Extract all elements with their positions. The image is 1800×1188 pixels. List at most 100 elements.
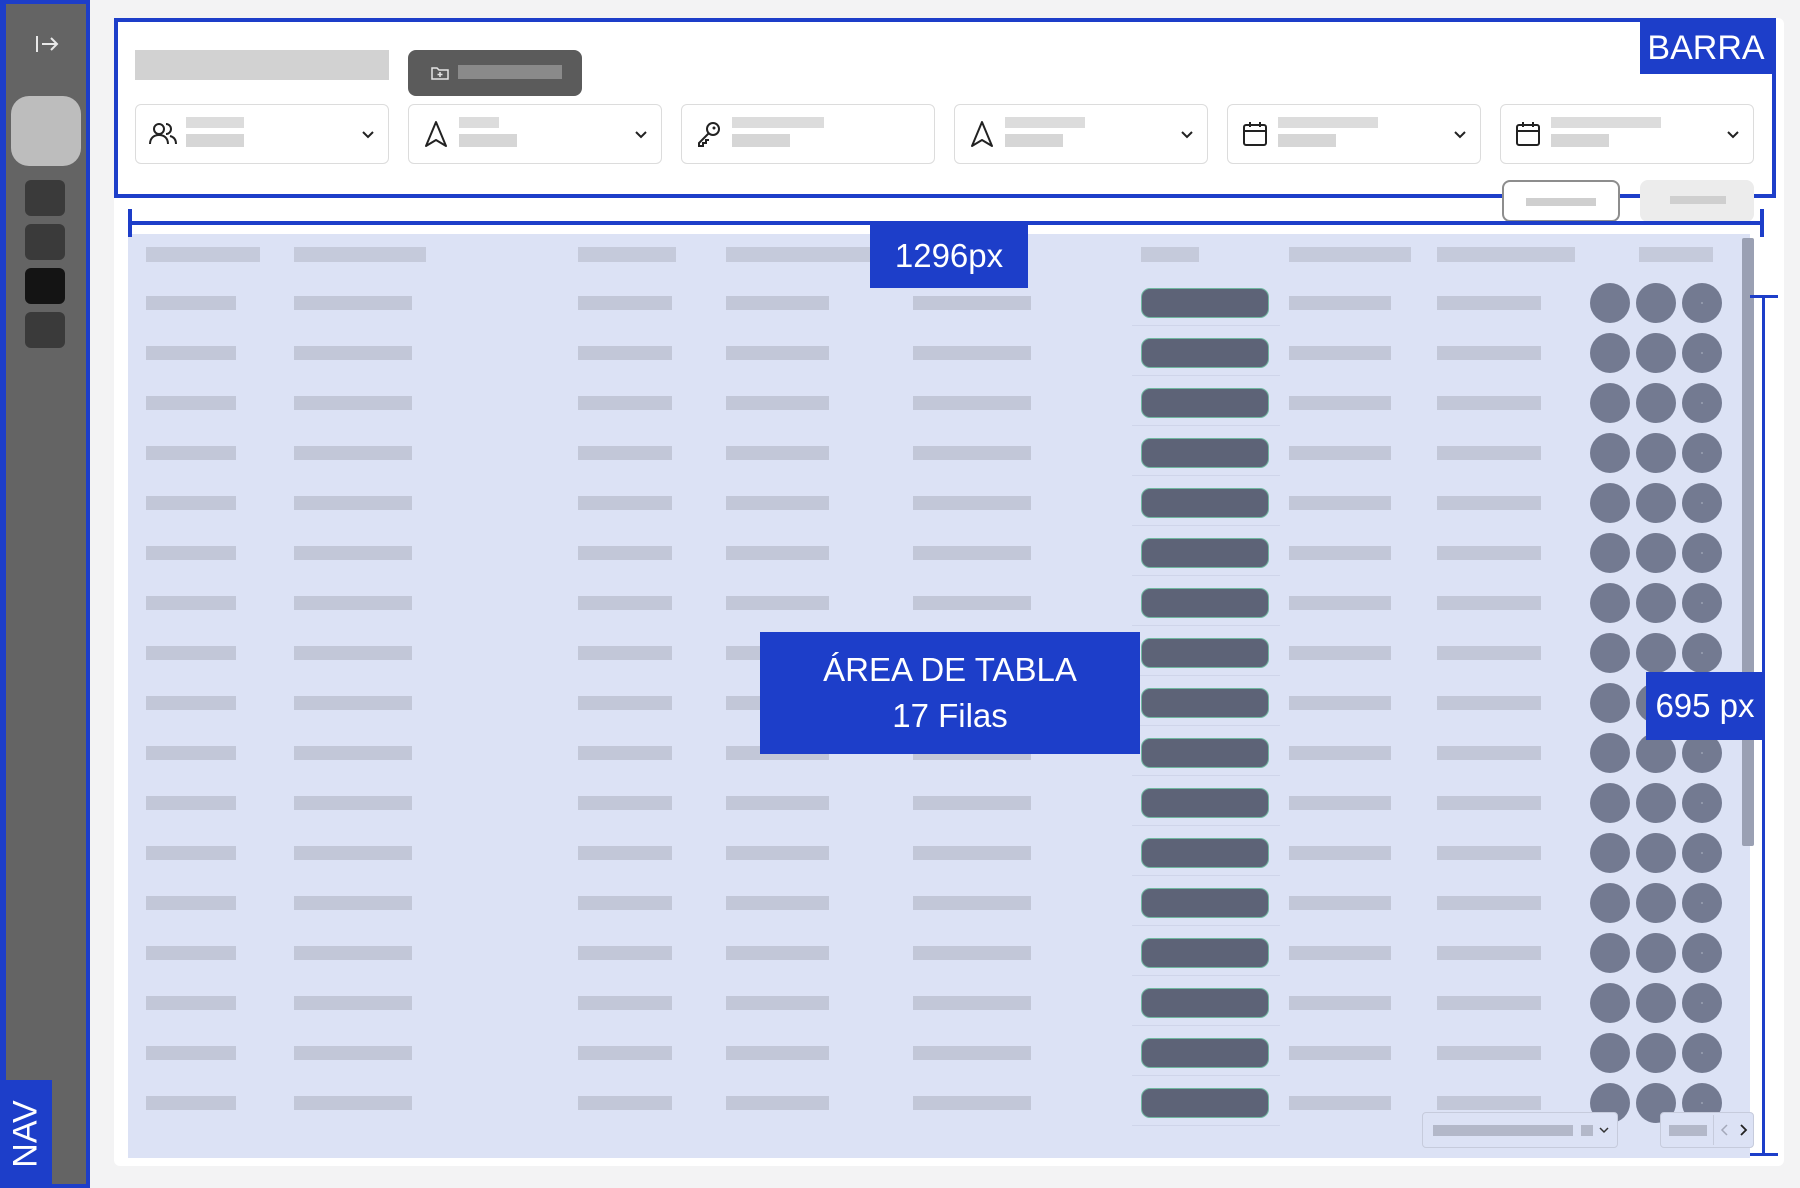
secondary-action-button[interactable]	[1502, 180, 1620, 222]
table-cell	[146, 296, 236, 310]
circle-action-icon[interactable]	[1682, 483, 1722, 523]
circle-action-icon[interactable]	[1682, 583, 1722, 623]
circle-action-icon[interactable]	[1636, 383, 1676, 423]
chevron-left-icon[interactable]	[1717, 1122, 1733, 1138]
table-scrollbar[interactable]	[1742, 238, 1754, 846]
status-pill[interactable]	[1141, 888, 1269, 918]
filter-navigation-1[interactable]	[408, 104, 662, 164]
circle-action-icon[interactable]	[1636, 533, 1676, 573]
table-cell	[726, 596, 829, 610]
table-cell	[146, 846, 236, 860]
filter-value-placeholder	[732, 134, 790, 147]
circle-action-icon[interactable]	[1636, 783, 1676, 823]
status-pill[interactable]	[1141, 738, 1269, 768]
circle-action-icon[interactable]	[1590, 433, 1630, 473]
primary-action-button[interactable]	[1640, 180, 1754, 222]
table-cell	[1437, 846, 1541, 860]
table-cell	[913, 596, 1031, 610]
filter-key[interactable]	[681, 104, 935, 164]
circle-action-icon[interactable]	[1682, 783, 1722, 823]
circle-action-icon[interactable]	[1682, 433, 1722, 473]
circle-action-icon[interactable]	[1636, 333, 1676, 373]
filter-date-1[interactable]	[1227, 104, 1481, 164]
table-cell	[294, 446, 412, 460]
table-cell	[913, 396, 1031, 410]
table-cell	[294, 546, 412, 560]
rows-per-page-select[interactable]	[1422, 1112, 1618, 1148]
table-cell	[294, 396, 412, 410]
circle-action-icon[interactable]	[1590, 283, 1630, 323]
circle-action-icon[interactable]	[1682, 283, 1722, 323]
circle-action-icon[interactable]	[1590, 883, 1630, 923]
circle-action-icon[interactable]	[1682, 383, 1722, 423]
status-pill[interactable]	[1141, 788, 1269, 818]
circle-action-icon[interactable]	[1636, 433, 1676, 473]
circle-action-icon[interactable]	[1636, 883, 1676, 923]
circle-action-icon[interactable]	[1636, 483, 1676, 523]
filter-date-2[interactable]	[1500, 104, 1754, 164]
circle-action-icon[interactable]	[1590, 333, 1630, 373]
row-divider	[1132, 775, 1280, 776]
circle-action-icon[interactable]	[1590, 633, 1630, 673]
rows-per-page-placeholder	[1433, 1125, 1573, 1136]
status-pill[interactable]	[1141, 438, 1269, 468]
nav-item-4[interactable]	[25, 312, 65, 348]
circle-action-icon[interactable]	[1636, 583, 1676, 623]
circle-action-icon[interactable]	[1590, 533, 1630, 573]
status-pill[interactable]	[1141, 588, 1269, 618]
status-pill[interactable]	[1141, 1038, 1269, 1068]
circle-action-icon[interactable]	[1682, 983, 1722, 1023]
circle-action-icon[interactable]	[1682, 333, 1722, 373]
nav-item-2[interactable]	[25, 224, 65, 260]
circle-action-icon[interactable]	[1590, 383, 1630, 423]
primary-action-label-placeholder	[1670, 196, 1726, 204]
status-pill[interactable]	[1141, 538, 1269, 568]
circle-action-icon[interactable]	[1590, 733, 1630, 773]
row-divider	[1132, 375, 1280, 376]
circle-action-icon[interactable]	[1682, 633, 1722, 673]
status-pill[interactable]	[1141, 288, 1269, 318]
circle-action-icon[interactable]	[1636, 983, 1676, 1023]
circle-action-icon[interactable]	[1636, 933, 1676, 973]
nav-item-1[interactable]	[25, 180, 65, 216]
status-pill[interactable]	[1141, 338, 1269, 368]
circle-action-icon[interactable]	[1682, 533, 1722, 573]
new-folder-button[interactable]	[408, 50, 582, 96]
status-pill[interactable]	[1141, 838, 1269, 868]
circle-action-icon[interactable]	[1636, 633, 1676, 673]
circle-action-icon[interactable]	[1682, 883, 1722, 923]
circle-action-icon[interactable]	[1590, 1033, 1630, 1073]
status-pill[interactable]	[1141, 688, 1269, 718]
circle-action-icon[interactable]	[1682, 1033, 1722, 1073]
circle-action-icon[interactable]	[1590, 683, 1630, 723]
chevron-down-icon	[1454, 131, 1466, 139]
status-pill[interactable]	[1141, 1088, 1269, 1118]
status-pill[interactable]	[1141, 488, 1269, 518]
chevron-down-icon	[1727, 131, 1739, 139]
expand-arrow-icon[interactable]	[28, 26, 64, 62]
avatar[interactable]	[11, 96, 81, 166]
circle-action-icon[interactable]	[1590, 983, 1630, 1023]
circle-action-icon[interactable]	[1590, 783, 1630, 823]
table-cell	[913, 296, 1031, 310]
filter-users[interactable]	[135, 104, 389, 164]
circle-action-icon[interactable]	[1590, 833, 1630, 873]
circle-action-icon[interactable]	[1590, 933, 1630, 973]
table-cell	[1437, 1046, 1541, 1060]
circle-action-icon[interactable]	[1682, 933, 1722, 973]
status-pill[interactable]	[1141, 938, 1269, 968]
chevron-right-icon[interactable]	[1735, 1122, 1751, 1138]
nav-item-3[interactable]	[25, 268, 65, 304]
circle-action-icon[interactable]	[1636, 1033, 1676, 1073]
status-pill[interactable]	[1141, 638, 1269, 668]
table-cell	[1289, 296, 1391, 310]
circle-action-icon[interactable]	[1590, 583, 1630, 623]
status-pill[interactable]	[1141, 388, 1269, 418]
filter-navigation-2[interactable]	[954, 104, 1208, 164]
status-pill[interactable]	[1141, 988, 1269, 1018]
circle-action-icon[interactable]	[1636, 833, 1676, 873]
circle-action-icon[interactable]	[1682, 833, 1722, 873]
table-header-cell	[1639, 247, 1713, 262]
circle-action-icon[interactable]	[1636, 283, 1676, 323]
circle-action-icon[interactable]	[1590, 483, 1630, 523]
